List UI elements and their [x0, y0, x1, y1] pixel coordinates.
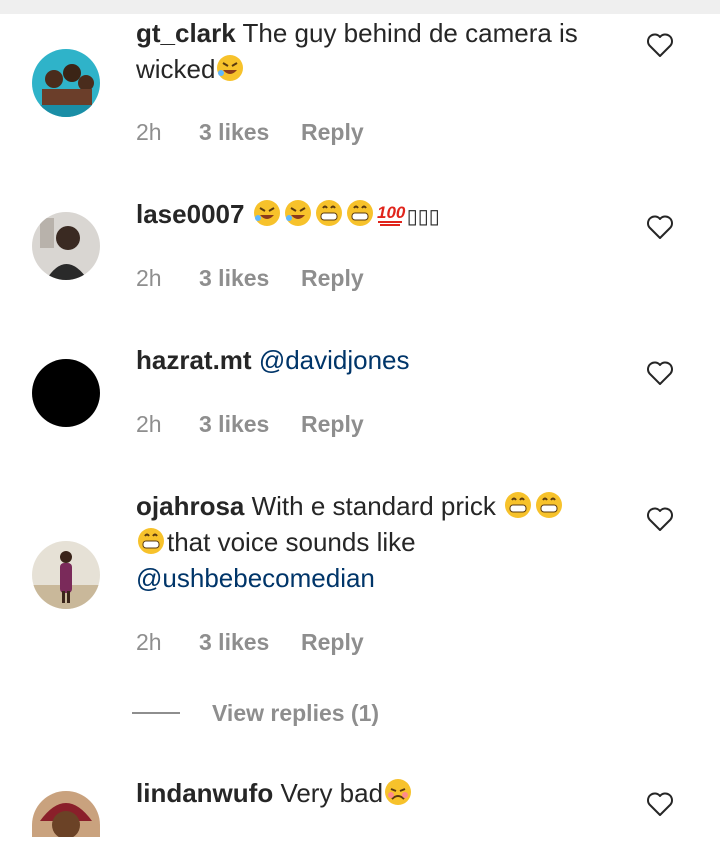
comment-meta: 2h 3 likes Reply: [136, 265, 364, 292]
comment-text: hazrat.mt @davidjones: [136, 342, 616, 378]
avatar[interactable]: [32, 212, 100, 280]
heart-icon[interactable]: [646, 506, 674, 532]
timestamp: 2h: [136, 629, 162, 655]
timestamp: 2h: [136, 265, 162, 291]
missing-glyphs: ▯▯▯: [406, 206, 440, 228]
reply-button[interactable]: Reply: [301, 119, 364, 146]
grin-emoji: [536, 492, 563, 518]
comment-text: ojahrosa With e standard prick that voic…: [136, 488, 616, 596]
username[interactable]: lase0007: [136, 199, 244, 229]
view-replies-label: View replies (1): [212, 699, 380, 726]
comment-meta: 2h 3 likes Reply: [136, 629, 364, 656]
username[interactable]: hazrat.mt: [136, 345, 252, 375]
comment-text: lindanwufo Very bad: [136, 775, 616, 811]
heart-icon[interactable]: [646, 360, 674, 386]
rofl-emoji: [253, 200, 280, 226]
likes-count[interactable]: 3 likes: [199, 265, 301, 292]
comment-text: lase0007 100 ▯▯▯: [136, 196, 616, 235]
rofl-emoji: [284, 200, 311, 226]
comment-meta: 2h 3 likes Reply: [136, 411, 364, 438]
username[interactable]: gt_clark: [136, 18, 236, 48]
grin-emoji: [138, 528, 164, 554]
grin-emoji: [346, 200, 373, 226]
likes-count[interactable]: 3 likes: [199, 119, 301, 146]
svg-text:100: 100: [377, 203, 406, 222]
comment-body: With e standard prick: [251, 491, 496, 521]
heart-icon[interactable]: [646, 32, 674, 58]
avatar[interactable]: [32, 359, 100, 427]
likes-count[interactable]: 3 likes: [199, 411, 301, 438]
hundred-emoji: 100: [377, 203, 406, 226]
comment-body-2: that voice sounds like: [167, 527, 416, 557]
top-strip: [0, 0, 720, 14]
mention-link[interactable]: @ushbebecomedian: [136, 563, 375, 593]
rofl-emoji: [217, 55, 244, 81]
grin-emoji: [505, 492, 532, 518]
reply-button[interactable]: Reply: [301, 265, 364, 292]
likes-count[interactable]: 3 likes: [199, 629, 301, 656]
reply-button[interactable]: Reply: [301, 629, 364, 656]
reply-button[interactable]: Reply: [301, 411, 364, 438]
avatar[interactable]: [32, 791, 100, 837]
sad-emoji: [385, 779, 412, 805]
timestamp: 2h: [136, 411, 162, 437]
comment-text: gt_clark The guy behind de camera is wic…: [136, 15, 616, 87]
view-replies-button[interactable]: View replies (1): [132, 698, 379, 728]
heart-icon[interactable]: [646, 214, 674, 240]
comment-meta: 2h 3 likes Reply: [136, 119, 364, 146]
comment-body: Very bad: [280, 778, 384, 808]
avatar[interactable]: [32, 49, 100, 117]
mention-link[interactable]: @davidjones: [259, 345, 410, 375]
timestamp: 2h: [136, 119, 162, 145]
heart-icon[interactable]: [646, 791, 674, 817]
grin-emoji: [315, 200, 342, 226]
divider: [132, 712, 180, 714]
avatar[interactable]: [32, 541, 100, 609]
username[interactable]: lindanwufo: [136, 778, 273, 808]
username[interactable]: ojahrosa: [136, 491, 244, 521]
